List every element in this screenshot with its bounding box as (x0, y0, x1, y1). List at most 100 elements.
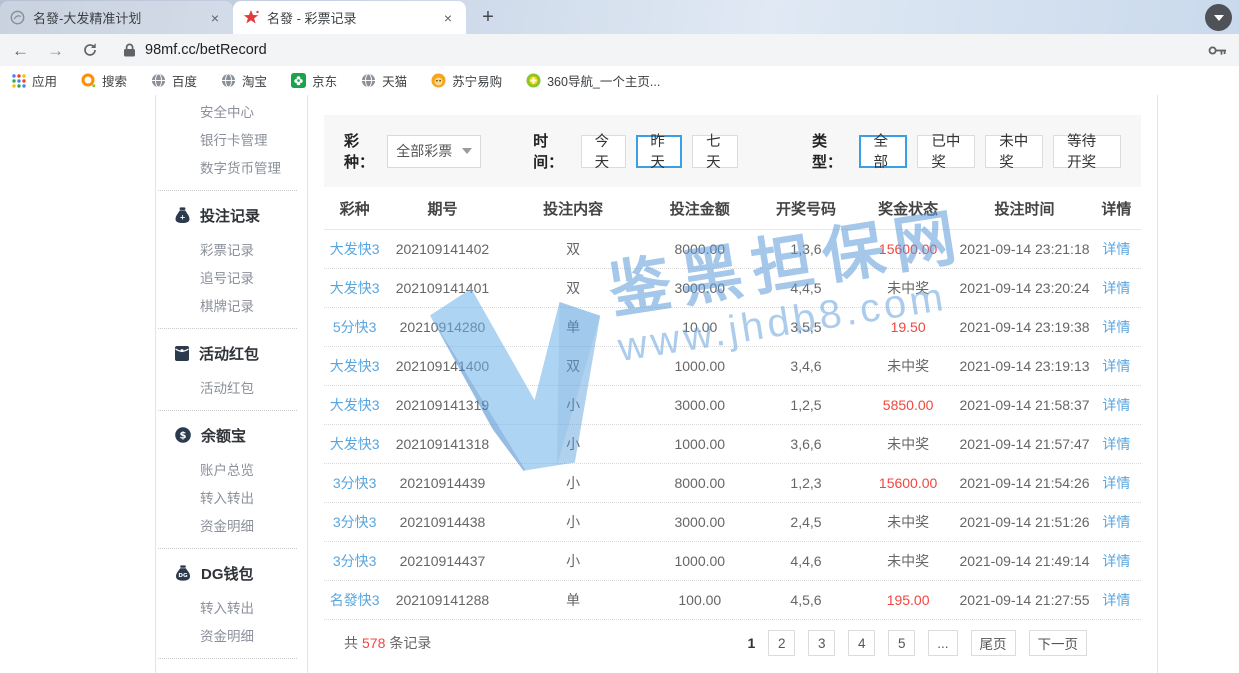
table-row: 大发快3202109141318小1000.003,6,6未中奖2021-09-… (324, 425, 1141, 464)
time-filter-button-昨天[interactable]: 昨天 (636, 135, 682, 168)
lottery-name-link[interactable]: 5分快3 (324, 317, 385, 337)
draw-numbers: 4,4,5 (753, 280, 859, 296)
lottery-name-link[interactable]: 大发快3 (324, 356, 385, 376)
bet-content: 单 (500, 317, 647, 337)
detail-link[interactable]: 详情 (1092, 278, 1141, 298)
globe-icon (151, 73, 166, 88)
sidebar-section-投注记录[interactable]: +投注记录 (156, 200, 307, 230)
bet-content: 单 (500, 590, 647, 610)
draw-numbers: 3,4,6 (753, 358, 859, 374)
sidebar-item-安全中心[interactable]: 安全中心 (156, 99, 307, 127)
detail-link[interactable]: 详情 (1092, 551, 1141, 571)
password-key-button[interactable] (1208, 45, 1227, 56)
filter-bar: 彩种： 全部彩票 时间： 今天昨天七天 类型： 全部已中奖未中奖等待开奖 (324, 115, 1141, 187)
browser-tab-1[interactable]: 名發-大发精准计划× (0, 1, 233, 34)
page-button-2[interactable]: 2 (768, 630, 795, 656)
bookmark-item-7[interactable]: 苏宁易购 (431, 71, 502, 90)
prize-status: 195.00 (859, 592, 957, 608)
type-filter-button-全部[interactable]: 全部 (859, 135, 907, 168)
sidebar-section-资金管理[interactable]: 资金管理 (156, 668, 307, 673)
bet-amount: 3000.00 (647, 514, 753, 530)
prize-status: 15600.00 (859, 241, 957, 257)
bet-time: 2021-09-14 21:54:26 (957, 475, 1092, 491)
bookmark-item-8[interactable]: 360导航_一个主页... (526, 71, 660, 90)
page-button-...[interactable]: ... (928, 630, 957, 656)
lottery-name-link[interactable]: 大发快3 (324, 434, 385, 454)
new-tab-button[interactable]: + (474, 4, 502, 32)
svg-text:DG: DG (178, 573, 188, 579)
lottery-name-link[interactable]: 名發快3 (324, 590, 385, 610)
sidebar-section-DG钱包[interactable]: DGDG钱包 (156, 558, 307, 588)
bet-amount: 8000.00 (647, 475, 753, 491)
tab-close-button[interactable]: × (207, 10, 223, 26)
time-filter-button-今天[interactable]: 今天 (581, 135, 627, 168)
dollar-circle-icon: $ (175, 427, 191, 443)
sidebar-item-彩票记录[interactable]: 彩票记录 (156, 237, 307, 265)
table-row: 3分快320210914439小8000.001,2,315600.002021… (324, 464, 1141, 503)
lottery-name-link[interactable]: 大发快3 (324, 239, 385, 259)
sidebar-item-转入转出[interactable]: 转入转出 (156, 485, 307, 513)
forward-button[interactable]: → (47, 42, 64, 59)
sidebar-item-棋牌记录[interactable]: 棋牌记录 (156, 293, 307, 321)
column-header: 彩种 (324, 198, 385, 219)
page-button-5[interactable]: 5 (888, 630, 915, 656)
detail-link[interactable]: 详情 (1092, 317, 1141, 337)
tab-menu-button[interactable] (1205, 4, 1232, 31)
bookmark-item-6[interactable]: 天猫 (361, 71, 407, 90)
type-filter-button-未中奖[interactable]: 未中奖 (985, 135, 1043, 168)
lottery-name-link[interactable]: 3分快3 (324, 551, 385, 571)
lottery-select[interactable]: 全部彩票 (387, 135, 481, 168)
url-text[interactable]: 98mf.cc/betRecord (145, 42, 267, 58)
detail-link[interactable]: 详情 (1092, 434, 1141, 454)
detail-link[interactable]: 详情 (1092, 395, 1141, 415)
prize-status: 未中奖 (859, 551, 957, 571)
tab-close-button[interactable]: × (440, 10, 456, 26)
bookmark-item-1[interactable]: 应用 (12, 71, 57, 90)
record-total: 共578条记录 (344, 633, 431, 653)
address-bar[interactable]: 98mf.cc/betRecord (116, 42, 1227, 58)
page-button-3[interactable]: 3 (808, 630, 835, 656)
reload-icon (82, 42, 98, 58)
detail-link[interactable]: 详情 (1092, 590, 1141, 610)
detail-link[interactable]: 详情 (1092, 473, 1141, 493)
next-page-button[interactable]: 下一页 (1029, 630, 1088, 656)
bookmark-item-3[interactable]: 百度 (151, 71, 197, 90)
bookmark-item-5[interactable]: 京东 (291, 71, 337, 90)
sidebar-item-追号记录[interactable]: 追号记录 (156, 265, 307, 293)
sidebar-item-活动红包[interactable]: 活动红包 (156, 375, 307, 403)
sidebar-item-银行卡管理[interactable]: 银行卡管理 (156, 127, 307, 155)
prize-status: 15600.00 (859, 475, 957, 491)
back-button[interactable]: ← (12, 42, 29, 59)
type-filter-button-已中奖[interactable]: 已中奖 (917, 135, 975, 168)
type-filter-button-等待开奖[interactable]: 等待开奖 (1053, 135, 1121, 168)
lottery-name-link[interactable]: 大发快3 (324, 395, 385, 415)
last-page-button[interactable]: 尾页 (971, 630, 1016, 656)
browser-tab-2[interactable]: 名發 - 彩票记录× (233, 1, 466, 34)
sidebar-section-活动红包[interactable]: 活动红包 (156, 338, 307, 368)
detail-link[interactable]: 详情 (1092, 356, 1141, 376)
reload-button[interactable] (82, 42, 98, 58)
draw-numbers: 4,5,6 (753, 592, 859, 608)
lottery-name-link[interactable]: 大发快3 (324, 278, 385, 298)
bet-time: 2021-09-14 21:57:47 (957, 436, 1092, 452)
sidebar-item-数字货币管理[interactable]: 数字货币管理 (156, 155, 307, 183)
lottery-name-link[interactable]: 3分快3 (324, 512, 385, 532)
lottery-name-link[interactable]: 3分快3 (324, 473, 385, 493)
bet-amount: 1000.00 (647, 436, 753, 452)
bookmark-item-4[interactable]: 淘宝 (221, 71, 267, 90)
detail-link[interactable]: 详情 (1092, 512, 1141, 532)
sidebar-section-余额宝[interactable]: $余额宝 (156, 420, 307, 450)
sidebar-item-转入转出[interactable]: 转入转出 (156, 595, 307, 623)
page-button-4[interactable]: 4 (848, 630, 875, 656)
sidebar-item-资金明细[interactable]: 资金明细 (156, 513, 307, 541)
time-filter-button-七天[interactable]: 七天 (692, 135, 738, 168)
sidebar-item-账户总览[interactable]: 账户总览 (156, 457, 307, 485)
sidebar: 安全中心银行卡管理数字货币管理+投注记录彩票记录追号记录棋牌记录活动红包活动红包… (155, 95, 308, 673)
bookmark-item-2[interactable]: 搜索 (81, 71, 127, 90)
detail-link[interactable]: 详情 (1092, 239, 1141, 259)
bet-content: 双 (500, 278, 647, 298)
main-panel: 彩种： 全部彩票 时间： 今天昨天七天 类型： 全部已中奖未中奖等待开奖 彩种期… (308, 95, 1158, 673)
sidebar-item-资金明细[interactable]: 资金明细 (156, 623, 307, 651)
bet-time: 2021-09-14 21:49:14 (957, 553, 1092, 569)
suning-icon (431, 73, 446, 88)
